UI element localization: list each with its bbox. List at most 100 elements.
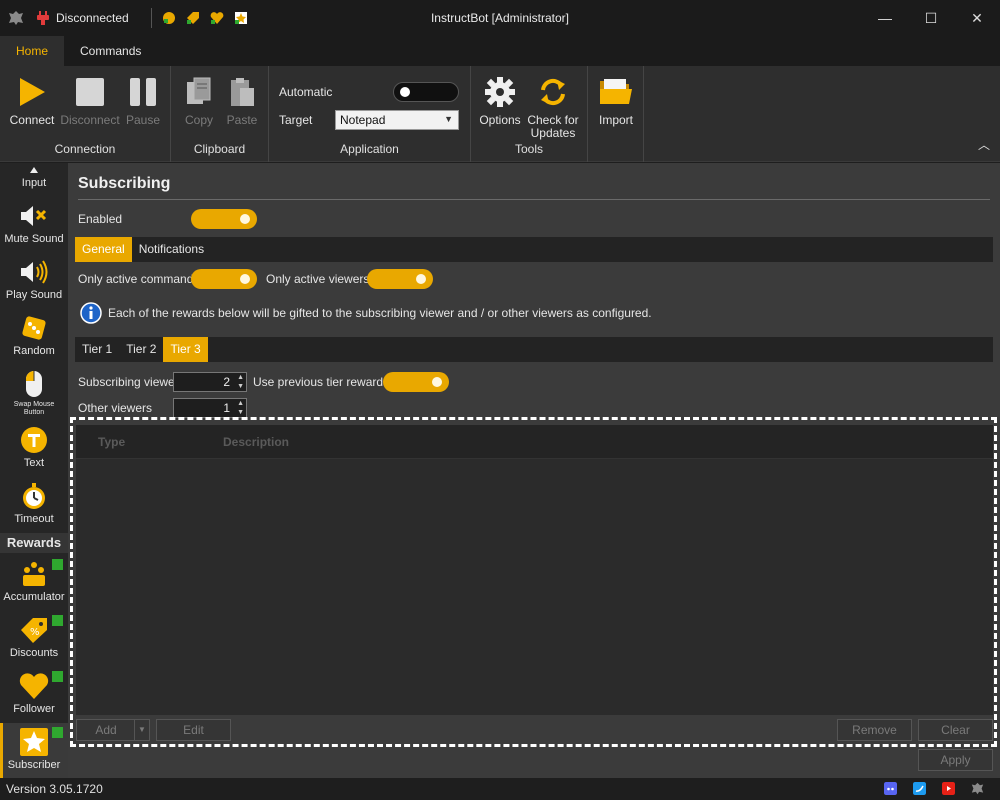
- sidebar-item-label: Random: [13, 345, 55, 357]
- grid-header: Type Description: [76, 425, 993, 459]
- enabled-badge: [52, 671, 63, 682]
- sidebar: Input Mute Sound Play Sound Random Swap …: [0, 163, 68, 778]
- options-button[interactable]: Options: [474, 74, 526, 127]
- subscribing-viewer-stepper[interactable]: 2 ▲ ▼: [173, 372, 247, 392]
- discounts-quick-icon[interactable]: [186, 11, 200, 25]
- collapse-ribbon-icon[interactable]: ︿: [978, 136, 990, 153]
- sidebar-item-label: Swap Mouse: [13, 401, 55, 408]
- tab-tier-2[interactable]: Tier 2: [119, 337, 163, 362]
- edit-button[interactable]: Edit: [156, 719, 231, 741]
- accumulator-icon: [23, 562, 45, 586]
- import-group: Import: [588, 66, 644, 162]
- speaker-icon: [21, 260, 48, 284]
- add-button[interactable]: Add: [76, 719, 136, 741]
- sidebar-item-label: Discounts: [9, 647, 59, 659]
- stepper-down-icon[interactable]: ▼: [237, 409, 244, 417]
- tab-general[interactable]: General: [75, 237, 132, 262]
- stepper-value: 2: [223, 375, 230, 389]
- column-description[interactable]: Description: [223, 435, 289, 449]
- enabled-badge: [52, 559, 63, 570]
- sidebar-item-label: Follower: [13, 703, 55, 715]
- youtube-icon[interactable]: [942, 782, 955, 795]
- only-active-commands-toggle[interactable]: [191, 269, 257, 289]
- other-viewers-stepper[interactable]: 1 ▲ ▼: [173, 398, 247, 418]
- target-value: Notepad: [340, 113, 386, 127]
- stepper-up-icon[interactable]: ▲: [237, 374, 244, 382]
- stepper-up-icon[interactable]: ▲: [237, 400, 244, 408]
- column-type[interactable]: Type: [98, 435, 223, 449]
- pause-button[interactable]: Pause: [117, 74, 169, 127]
- enabled-badge: [52, 727, 63, 738]
- target-select[interactable]: Notepad ▼: [335, 110, 459, 130]
- sidebar-item-swap-mouse-button[interactable]: Swap Mouse Button: [0, 365, 68, 421]
- stepper-down-icon[interactable]: ▼: [237, 383, 244, 391]
- sidebar-item-random[interactable]: Random: [0, 309, 68, 365]
- connection-status: Disconnected: [36, 10, 129, 26]
- main-panel: Subscribing Enabled General Notification…: [68, 163, 1000, 778]
- app-logo-icon[interactable]: [971, 782, 984, 795]
- pause-label: Pause: [125, 113, 161, 127]
- info-text: Each of the rewards below will be gifted…: [108, 306, 652, 320]
- sidebar-item-label: Play Sound: [5, 289, 63, 301]
- sidebar-item-text[interactable]: Text: [0, 421, 68, 477]
- sidebar-item-timeout[interactable]: Timeout: [0, 477, 68, 533]
- close-button[interactable]: ✕: [954, 0, 1000, 36]
- sidebar-item-discounts[interactable]: % Discounts: [0, 611, 68, 667]
- paste-button[interactable]: Paste: [216, 74, 268, 127]
- mute-icon: [21, 206, 47, 226]
- tab-commands[interactable]: Commands: [64, 36, 157, 66]
- text-icon: [21, 427, 47, 453]
- add-dropdown-icon[interactable]: ▼: [134, 719, 150, 741]
- only-active-viewers-label: Only active viewers: [266, 272, 370, 286]
- connect-label: Connect: [9, 113, 55, 127]
- clear-button[interactable]: Clear: [918, 719, 993, 741]
- sidebar-item-subscriber[interactable]: Subscriber: [0, 723, 68, 778]
- maximize-button[interactable]: ☐: [908, 0, 954, 36]
- target-row: Target Notepad ▼: [279, 110, 459, 130]
- plug-icon: [37, 11, 49, 25]
- target-label: Target: [279, 113, 313, 127]
- automatic-toggle[interactable]: [393, 82, 459, 102]
- swap-mouse-label: Swap Mouse Button: [0, 401, 68, 417]
- status-bar: Version 3.05.1720: [0, 778, 1000, 800]
- paste-icon: [231, 78, 254, 106]
- disconnect-button[interactable]: Disconnect: [60, 74, 120, 127]
- sidebar-item-play-sound[interactable]: Play Sound: [0, 253, 68, 309]
- subscriber-quick-icon[interactable]: [234, 11, 248, 25]
- stopwatch-icon: [23, 483, 45, 509]
- tab-tier-1[interactable]: Tier 1: [75, 337, 119, 362]
- import-label: Import: [598, 113, 633, 127]
- refresh-icon: [541, 78, 565, 106]
- only-active-viewers-toggle[interactable]: [367, 269, 433, 289]
- sidebar-item-follower[interactable]: Follower: [0, 667, 68, 723]
- stepper-value: 1: [223, 401, 230, 415]
- apply-button[interactable]: Apply: [918, 749, 993, 771]
- application-group: Automatic Target Notepad ▼ Application: [269, 66, 471, 162]
- follower-quick-icon[interactable]: [210, 11, 224, 25]
- accumulator-quick-icon[interactable]: [162, 11, 176, 25]
- sidebar-item-label: Accumulator: [3, 591, 65, 603]
- tab-notifications[interactable]: Notifications: [132, 237, 211, 262]
- discord-icon[interactable]: [884, 782, 897, 795]
- minimize-button[interactable]: —: [862, 0, 908, 36]
- folder-icon: [600, 79, 632, 104]
- tab-tier-3[interactable]: Tier 3: [163, 337, 208, 362]
- use-previous-toggle[interactable]: [383, 372, 449, 392]
- sidebar-item-accumulator[interactable]: Accumulator: [0, 555, 68, 611]
- sidebar-item-mute-sound[interactable]: Mute Sound: [0, 197, 68, 253]
- rewards-grid[interactable]: Type Description: [76, 425, 993, 715]
- other-viewers-label: Other viewers: [78, 401, 153, 415]
- tools-group: Options Check for Updates Tools: [471, 66, 588, 162]
- connect-button[interactable]: Connect: [6, 74, 58, 127]
- twitter-icon[interactable]: [913, 782, 926, 795]
- tab-home[interactable]: Home: [0, 36, 65, 66]
- check-updates-button[interactable]: Check for Updates: [527, 74, 579, 140]
- window-controls: — ☐ ✕: [862, 0, 1000, 36]
- enabled-toggle[interactable]: [191, 209, 257, 229]
- paste-label: Paste: [226, 113, 258, 127]
- sidebar-item-input[interactable]: Input: [0, 163, 68, 197]
- stop-icon: [76, 78, 104, 106]
- remove-button[interactable]: Remove: [837, 719, 912, 741]
- automatic-row: Automatic: [279, 82, 459, 102]
- import-button[interactable]: Import: [590, 74, 642, 127]
